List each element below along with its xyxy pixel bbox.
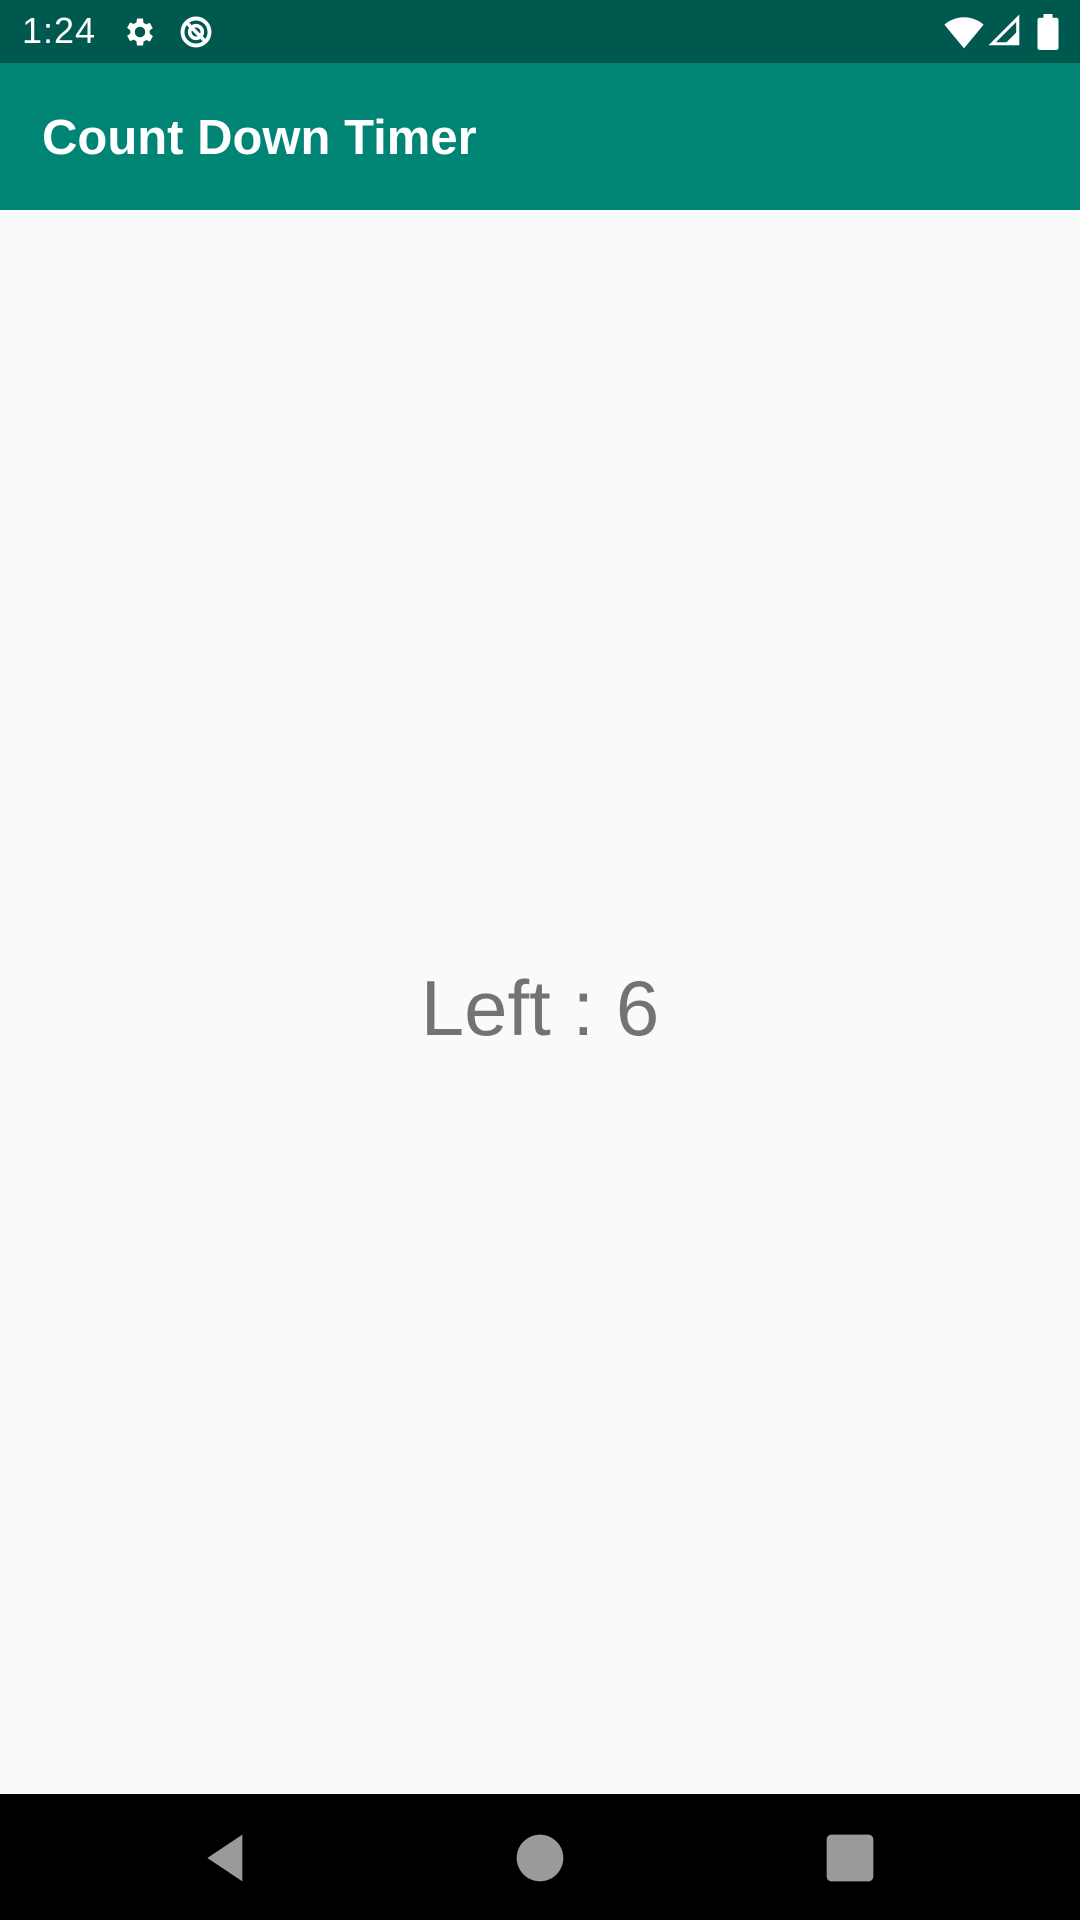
app-screen: 1:24 Count Down Timer Left : 6 <box>0 0 1080 1920</box>
battery-icon <box>1037 14 1059 50</box>
navigation-bar <box>0 1794 1080 1920</box>
app-bar: Count Down Timer <box>0 63 1080 210</box>
back-icon[interactable] <box>198 1830 254 1886</box>
status-time: 1:24 <box>22 10 97 51</box>
recents-icon[interactable] <box>822 1830 878 1886</box>
home-icon[interactable] <box>512 1830 568 1886</box>
countdown-label: Left : 6 <box>420 964 660 1052</box>
status-bar: 1:24 <box>0 0 1080 63</box>
do-not-disturb-icon <box>180 16 212 48</box>
wifi-icon <box>944 17 984 49</box>
gear-icon <box>127 18 153 46</box>
cellular-signal-icon <box>988 14 1020 46</box>
app-title: Count Down Timer <box>42 111 477 165</box>
main-content: Left : 6 <box>0 210 1080 1794</box>
